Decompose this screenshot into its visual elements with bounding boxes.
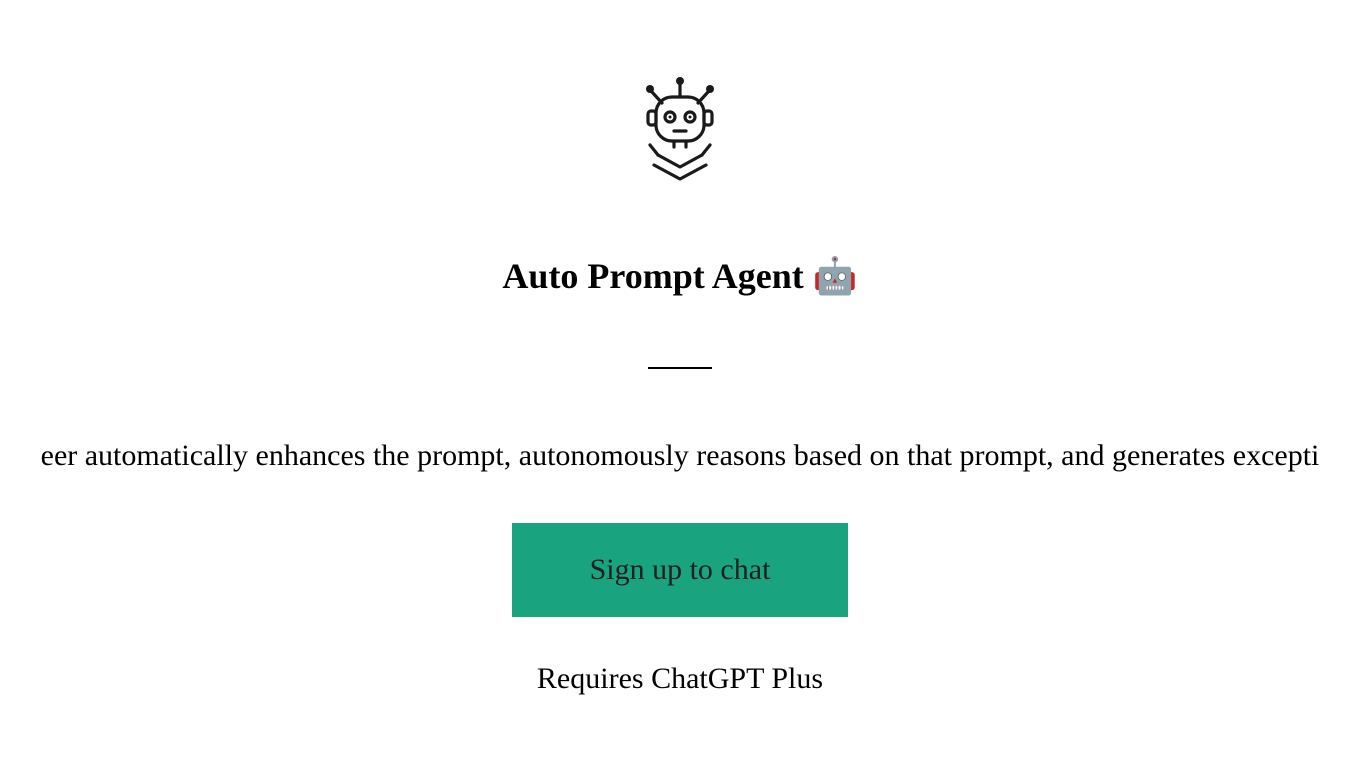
robot-icon-wrap xyxy=(630,75,730,185)
requires-text: Requires ChatGPT Plus xyxy=(537,662,823,696)
description-text: eer automatically enhances the prompt, a… xyxy=(41,439,1320,473)
divider xyxy=(648,367,712,369)
robot-icon xyxy=(630,75,730,185)
page-title: Auto Prompt Agent 🤖 xyxy=(502,255,857,297)
signup-button[interactable]: Sign up to chat xyxy=(512,523,849,617)
